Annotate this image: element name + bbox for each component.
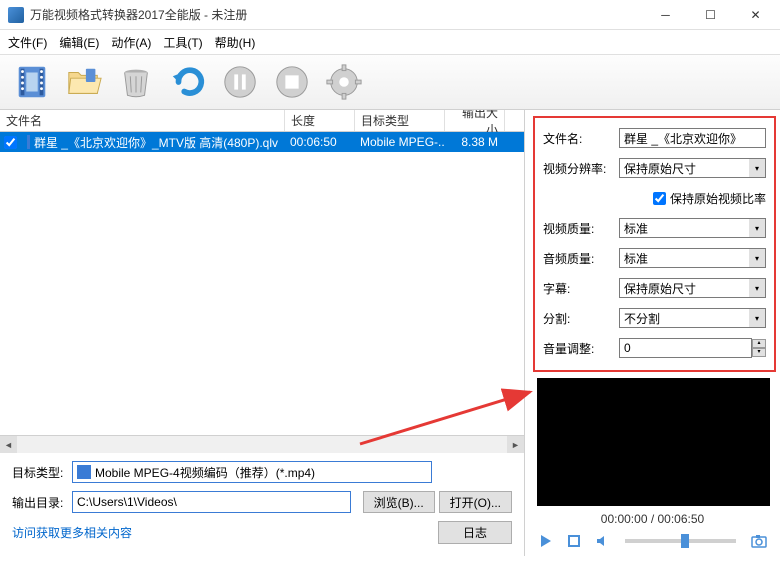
scroll-left-icon[interactable]: ◄ [0,436,17,453]
menu-action[interactable]: 动作(A) [111,34,151,51]
open-button[interactable]: 打开(O)... [439,491,512,513]
menubar: 文件(F) 编辑(E) 动作(A) 工具(T) 帮助(H) [0,30,780,54]
pause-button[interactable] [218,60,262,104]
format-icon [77,465,91,479]
toolbar [0,54,780,110]
redo-icon [169,63,207,101]
chevron-down-icon: ▾ [749,309,765,327]
menu-help[interactable]: 帮助(H) [215,34,256,51]
prop-sub-label: 字幕: [543,280,619,297]
prop-vqual-label: 视频质量: [543,220,619,237]
vol-spinner[interactable]: ▴▾ [752,339,766,357]
output-dir-combo[interactable]: C:\Users\1\Videos\ [72,491,351,513]
video-preview[interactable] [537,378,770,506]
prop-vres-select[interactable]: 保持原始尺寸▾ [619,158,766,178]
col-length[interactable]: 长度 [285,110,355,131]
row-type: Mobile MPEG-... [354,135,444,149]
mute-button[interactable] [593,532,611,550]
row-checkbox[interactable] [4,136,17,149]
stop-icon [273,63,311,101]
play-icon [539,534,553,548]
gear-icon [325,63,363,101]
col-output-size[interactable]: 输出大小 [445,110,505,131]
row-length: 00:06:50 [284,135,354,149]
right-pane: 文件名: 群星 _《北京欢迎你》 视频分辨率: 保持原始尺寸▾ 保持原始视频比率… [525,110,780,556]
maximize-button[interactable]: ☐ [688,0,733,30]
list-header: 文件名 长度 目标类型 输出大小 [0,110,524,132]
horizontal-scrollbar[interactable]: ◄ ► [0,435,524,453]
menu-tools[interactable]: 工具(T) [163,34,202,51]
output-dir-value: C:\Users\1\Videos\ [77,495,177,509]
browse-button[interactable]: 浏览(B)... [363,491,435,513]
list-body[interactable]: 群星 _《北京欢迎你》_MTV版 高清(480P).qlv 00:06:50 M… [0,132,524,435]
stop-playback-button[interactable] [565,532,583,550]
spin-up-icon[interactable]: ▴ [752,339,766,348]
minimize-button[interactable]: ─ [643,0,688,30]
folder-icon [65,63,103,101]
stop-square-icon [568,535,580,547]
stop-button[interactable] [270,60,314,104]
prop-vqual-select[interactable]: 标准▾ [619,218,766,238]
settings-button[interactable] [322,60,366,104]
table-row[interactable]: 群星 _《北京欢迎你》_MTV版 高清(480P).qlv 00:06:50 M… [0,132,524,152]
target-type-value: Mobile MPEG-4视频编码（推荐）(*.mp4) [95,464,315,481]
log-button[interactable]: 日志 [438,521,512,544]
target-type-label: 目标类型: [12,464,72,481]
window-title: 万能视频格式转换器2017全能版 - 未注册 [30,6,643,23]
prop-filename-label: 文件名: [543,130,619,147]
menu-edit[interactable]: 编辑(E) [59,34,99,51]
camera-icon [751,534,767,548]
slider-thumb[interactable] [681,534,689,548]
volume-slider[interactable] [625,539,736,543]
chevron-down-icon: ▾ [749,279,765,297]
row-filename: 群星 _《北京欢迎你》_MTV版 高清(480P).qlv [34,134,278,151]
row-size: 8.38 M [444,135,504,149]
scroll-right-icon[interactable]: ► [507,436,524,453]
close-button[interactable]: ✕ [733,0,778,30]
app-icon [8,7,24,23]
convert-button[interactable] [166,60,210,104]
spin-down-icon[interactable]: ▾ [752,348,766,357]
prop-vol-input[interactable]: 0 [619,338,752,358]
snapshot-button[interactable] [750,532,768,550]
open-folder-button[interactable] [62,60,106,104]
prop-sub-select[interactable]: 保持原始尺寸▾ [619,278,766,298]
playback-controls [525,532,780,556]
prop-vol-label: 音量调整: [543,340,619,357]
prop-filename-input[interactable]: 群星 _《北京欢迎你》 [619,128,766,148]
file-icon [27,135,30,149]
bottom-controls: 目标类型: Mobile MPEG-4视频编码（推荐）(*.mp4) 输出目录:… [0,453,524,556]
film-icon [13,63,51,101]
titlebar: 万能视频格式转换器2017全能版 - 未注册 ─ ☐ ✕ [0,0,780,30]
menu-file[interactable]: 文件(F) [8,34,47,51]
more-content-link[interactable]: 访问获取更多相关内容 [12,524,132,541]
col-filename[interactable]: 文件名 [0,110,285,131]
chevron-down-icon: ▾ [749,219,765,237]
col-target-type[interactable]: 目标类型 [355,110,445,131]
prop-aqual-select[interactable]: 标准▾ [619,248,766,268]
time-label: 00:00:00 / 00:06:50 [525,512,780,526]
chevron-down-icon: ▾ [749,159,765,177]
trash-icon [117,63,155,101]
keep-aspect-checkbox[interactable]: 保持原始视频比率 [653,190,766,207]
add-file-button[interactable] [10,60,54,104]
chevron-down-icon: ▾ [749,249,765,267]
properties-panel: 文件名: 群星 _《北京欢迎你》 视频分辨率: 保持原始尺寸▾ 保持原始视频比率… [533,116,776,372]
prop-split-label: 分割: [543,310,619,327]
left-pane: 文件名 长度 目标类型 输出大小 群星 _《北京欢迎你》_MTV版 高清(480… [0,110,525,556]
prop-aqual-label: 音频质量: [543,250,619,267]
target-type-combo[interactable]: Mobile MPEG-4视频编码（推荐）(*.mp4) [72,461,432,483]
play-button[interactable] [537,532,555,550]
delete-button[interactable] [114,60,158,104]
output-dir-label: 输出目录: [12,494,72,511]
prop-split-select[interactable]: 不分割▾ [619,308,766,328]
prop-vres-label: 视频分辨率: [543,160,619,177]
pause-icon [221,63,259,101]
file-list: 文件名 长度 目标类型 输出大小 群星 _《北京欢迎你》_MTV版 高清(480… [0,110,524,453]
speaker-icon [595,534,609,548]
